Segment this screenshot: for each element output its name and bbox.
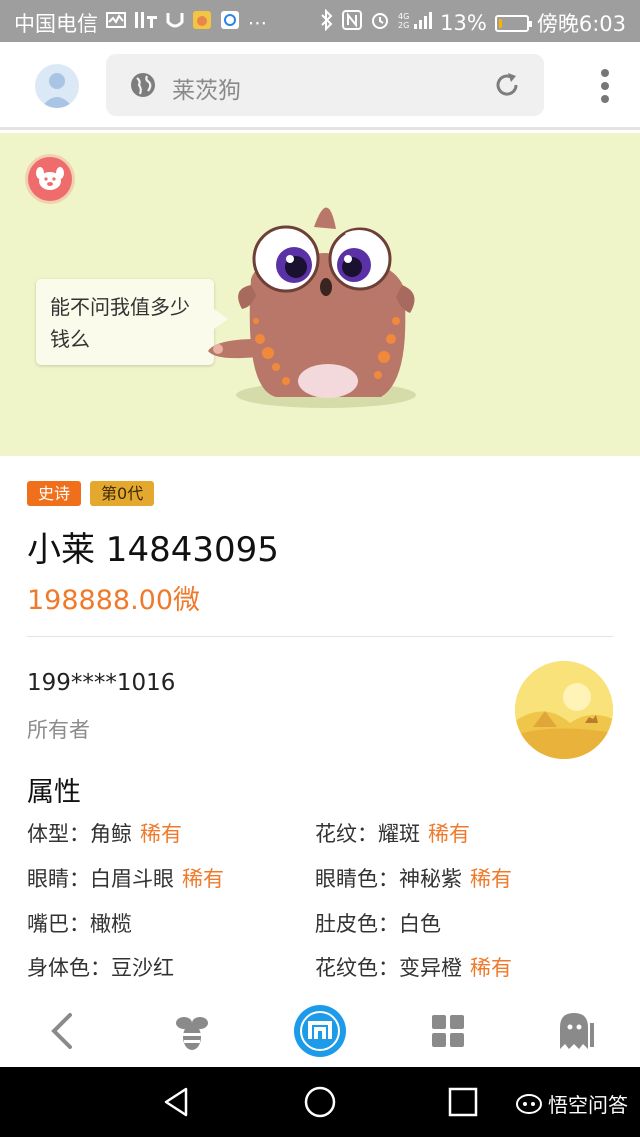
pet-price: 198888.00微 xyxy=(27,585,201,616)
user-avatar[interactable] xyxy=(35,64,79,108)
rare-label: 稀有 xyxy=(470,867,512,891)
attribute-body-type: 体型：角鲸 稀有 xyxy=(27,818,182,848)
attribute-body-color: 身体色：豆沙红 xyxy=(27,952,174,982)
attribute-eyes: 眼睛：白眉斗眼 稀有 xyxy=(27,863,224,893)
pet-name: 小莱 14843095 xyxy=(27,530,279,570)
nav-home-icon[interactable] xyxy=(303,1085,337,1119)
battery-fill xyxy=(498,18,502,28)
rare-label: 稀有 xyxy=(428,822,470,846)
attribute-value: 白眉斗眼 xyxy=(90,867,174,891)
clock: 傍晚6:03 xyxy=(536,12,626,36)
tabs-ghost-icon[interactable] xyxy=(550,1005,602,1057)
generation-tag: 第0代 xyxy=(90,481,155,506)
attribute-value: 变异橙 xyxy=(399,956,462,980)
rarity-tag: 史诗 xyxy=(27,481,82,506)
signal-icon: 4G 2G xyxy=(398,10,433,36)
back-icon[interactable] xyxy=(38,1005,90,1057)
browser-toolbar xyxy=(0,995,640,1067)
attribute-eye-color: 眼睛色：神秘紫 稀有 xyxy=(315,863,512,893)
pet-tags: 史诗 第0代 xyxy=(27,481,155,506)
attributes-title: 属性 xyxy=(27,777,81,808)
divider xyxy=(27,636,613,637)
watermark-text: 悟空问答 xyxy=(548,1093,628,1117)
nav-recents-icon[interactable] xyxy=(446,1085,480,1119)
attribute-pattern: 花纹：耀斑 稀有 xyxy=(315,818,470,848)
pet-hero: 能不问我值多少钱么 xyxy=(0,133,640,456)
more-menu-icon[interactable] xyxy=(600,68,610,104)
owner-avatar[interactable] xyxy=(515,661,613,759)
battery-percent: 13% xyxy=(440,11,487,35)
battery-icon xyxy=(494,14,532,32)
globe-icon xyxy=(131,73,155,97)
bluetooth-icon xyxy=(320,8,334,37)
owner-phone: 199****1016 xyxy=(27,670,176,696)
attribute-value: 神秘紫 xyxy=(399,867,462,891)
attribute-key: 身体色： xyxy=(27,956,111,980)
attribute-value: 白色 xyxy=(399,912,441,936)
rare-label: 稀有 xyxy=(140,822,182,846)
more-notifications-icon: ⋯ xyxy=(248,12,267,34)
speech-bubble: 能不问我值多少钱么 xyxy=(36,279,228,365)
activity-icon xyxy=(106,10,126,36)
app-icon-3 xyxy=(220,10,240,36)
nfc-icon xyxy=(342,10,363,36)
attribute-value: 角鲸 xyxy=(90,822,132,846)
attribute-key: 眼睛色： xyxy=(315,867,399,891)
attribute-key: 花纹： xyxy=(315,822,378,846)
pet-illustration[interactable] xyxy=(196,189,426,419)
watermark-logo-icon xyxy=(516,1093,542,1114)
watermark: 悟空问答 xyxy=(516,1089,628,1118)
carrier-label: 中国电信 xyxy=(14,12,98,36)
rare-label: 稀有 xyxy=(182,867,224,891)
app-icon-2 xyxy=(192,10,212,36)
status-bar: 中国电信 ⋯ 4G 2G 13% 傍晚6:03 xyxy=(0,0,640,42)
home-logo-icon[interactable] xyxy=(294,1005,346,1057)
bee-icon[interactable] xyxy=(166,1005,218,1057)
attribute-value: 橄榄 xyxy=(90,912,132,936)
rare-label: 稀有 xyxy=(470,956,512,980)
attribute-key: 眼睛： xyxy=(27,867,90,891)
owner-label: 所有者 xyxy=(27,718,90,742)
attribute-value: 耀斑 xyxy=(378,822,420,846)
attribute-value: 豆沙红 xyxy=(111,956,174,980)
attribute-belly-color: 肚皮色：白色 xyxy=(315,908,441,938)
attribute-pattern-color: 花纹色：变异橙 稀有 xyxy=(315,952,512,982)
url-field[interactable]: 莱茨狗 xyxy=(106,54,544,116)
system-navigation-bar: 悟空问答 xyxy=(0,1067,640,1137)
alarm-icon xyxy=(370,10,390,36)
browser-address-bar: 莱茨狗 xyxy=(0,42,640,130)
svg-text:2G: 2G xyxy=(398,21,409,30)
attribute-key: 肚皮色： xyxy=(315,912,399,936)
svg-text:4G: 4G xyxy=(398,12,409,21)
attribute-key: 体型： xyxy=(27,822,90,846)
music-app-icon xyxy=(134,10,158,36)
nav-back-icon[interactable] xyxy=(160,1085,194,1119)
dog-badge-icon[interactable] xyxy=(28,157,72,201)
apps-grid-icon[interactable] xyxy=(422,1005,474,1057)
attribute-key: 嘴巴： xyxy=(27,912,90,936)
url-text: 莱茨狗 xyxy=(172,78,241,104)
reload-icon[interactable] xyxy=(492,70,522,100)
attribute-mouth: 嘴巴：橄榄 xyxy=(27,908,132,938)
attribute-key: 花纹色： xyxy=(315,956,399,980)
app-icon xyxy=(166,10,184,36)
